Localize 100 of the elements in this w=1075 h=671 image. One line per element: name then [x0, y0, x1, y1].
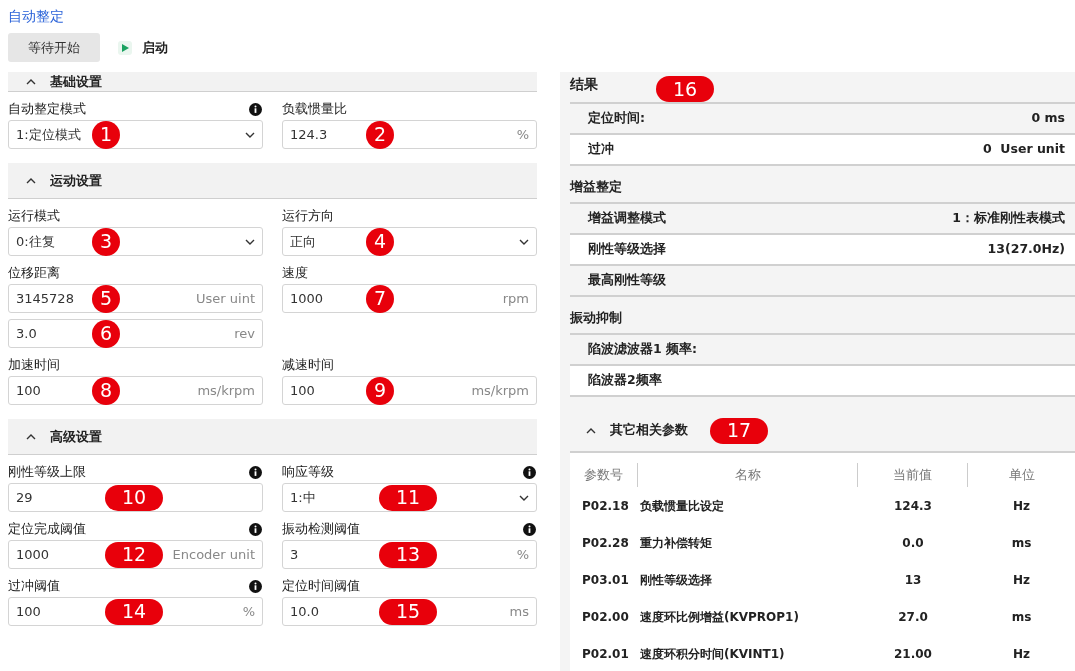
table-cell-text: Hz	[1012, 497, 1031, 515]
info-icon[interactable]	[249, 522, 262, 536]
number-marker: 14	[105, 598, 163, 625]
field-label: 速度	[282, 264, 308, 283]
result-label: 最高刚性等级	[588, 270, 666, 289]
input-field[interactable]: 100 8 ms/krpm	[8, 376, 263, 405]
number-marker: 13	[379, 541, 437, 568]
number-marker: 4	[366, 227, 394, 256]
result-label: 增益调整模式	[588, 208, 666, 227]
column-header: 单位	[1008, 465, 1035, 484]
field-label: 运行模式	[8, 207, 60, 226]
info-icon[interactable]	[249, 579, 262, 593]
section-header[interactable]: 运动设置	[8, 163, 537, 199]
field-value: 100	[16, 381, 41, 400]
table-cell-text: Hz	[1012, 645, 1031, 663]
field-value: 124.3	[290, 125, 328, 144]
number-marker: 11	[379, 484, 437, 511]
field-value: 1:中	[290, 488, 316, 507]
unit-label: %	[242, 602, 255, 621]
page-title: 自动整定	[8, 7, 65, 26]
table-cell-text: P02.18	[581, 497, 630, 515]
info-icon[interactable]	[523, 465, 536, 479]
number-marker: 3	[92, 227, 120, 256]
field-value: 100	[290, 381, 315, 400]
dropdown-field[interactable]: 1:中 11	[282, 483, 537, 512]
section-title: 基础设置	[50, 72, 102, 91]
number-marker: 1	[92, 120, 120, 149]
section-title: 运动设置	[50, 171, 102, 190]
table-cell-text: 负载惯量比设定	[639, 497, 725, 515]
section-header[interactable]: 基础设置	[8, 72, 537, 92]
table-cell-text: 13	[903, 571, 923, 589]
start-button[interactable]: 启动	[118, 37, 168, 58]
table-cell-text: Hz	[1012, 571, 1031, 589]
result-label: 定位时间:	[588, 108, 645, 127]
table-cell-text: P03.01	[581, 571, 630, 589]
group-title: 振动抑制	[570, 308, 622, 327]
unit-label: ms	[509, 602, 529, 621]
input-field[interactable]: 124.3 2 %	[282, 120, 537, 149]
result-label: 陷波器2频率	[588, 370, 662, 389]
column-header: 名称	[734, 465, 761, 484]
result-value: 0 User unit	[982, 139, 1065, 158]
input-field[interactable]: 29 10	[8, 483, 263, 512]
unit-label: ms/krpm	[471, 381, 529, 400]
group-title: 增益整定	[570, 177, 622, 196]
unit-label: rev	[234, 324, 255, 343]
field-label: 运行方向	[282, 207, 334, 226]
table-cell-text: ms	[1010, 534, 1033, 552]
section-header[interactable]: 高级设置	[8, 419, 537, 455]
field-label: 响应等级	[282, 463, 334, 482]
input-field[interactable]: 3 13 %	[282, 540, 537, 569]
field-label: 自动整定模式	[8, 100, 86, 119]
unit-label: ms/krpm	[197, 381, 255, 400]
table-cell-text: P02.28	[581, 534, 630, 552]
table-cell-text: 重力补偿转矩	[639, 534, 713, 552]
dropdown-field[interactable]: 正向 4	[282, 227, 537, 256]
input-field[interactable]: 100 9 ms/krpm	[282, 376, 537, 405]
info-icon[interactable]	[523, 522, 536, 536]
unit-label: rpm	[502, 289, 529, 308]
result-value: 0 ms	[1031, 108, 1065, 127]
field-label: 刚性等级上限	[8, 463, 86, 482]
result-value: 13(27.0Hz)	[987, 239, 1065, 258]
field-value: 正向	[290, 232, 316, 251]
unit-label: %	[516, 545, 529, 564]
number-marker: 12	[105, 541, 163, 568]
number-marker: 15	[379, 598, 437, 625]
dropdown-caret-icon	[519, 494, 529, 501]
column-header: 当前值	[893, 465, 932, 484]
result-label: 过冲	[588, 139, 614, 158]
table-cell-text: 21.00	[893, 645, 933, 663]
field-value: 0:往复	[16, 232, 55, 251]
section-title: 其它相关参数	[610, 421, 688, 440]
info-icon[interactable]	[249, 102, 262, 116]
field-label: 位移距离	[8, 264, 60, 283]
field-label: 振动检测阈值	[282, 520, 360, 539]
field-value: 1:定位模式	[16, 125, 81, 144]
info-icon[interactable]	[249, 465, 262, 479]
dropdown-caret-icon	[519, 238, 529, 245]
status-button[interactable]: 等待开始	[8, 33, 100, 62]
dropdown-field[interactable]: 0:往复 3	[8, 227, 263, 256]
number-marker: 16	[656, 76, 714, 102]
input-field[interactable]: 3.0 6 rev	[8, 319, 263, 348]
unit-label: Encoder unit	[172, 545, 255, 564]
input-field[interactable]: 100 14 %	[8, 597, 263, 626]
results-title: 结果	[570, 75, 598, 94]
dropdown-field[interactable]: 1:定位模式 1	[8, 120, 263, 149]
dropdown-caret-icon	[245, 238, 255, 245]
dropdown-caret-icon	[245, 131, 255, 138]
input-field[interactable]: 3145728 5 User uint	[8, 284, 263, 313]
number-marker: 5	[92, 284, 120, 313]
table-cell-text: 速度环积分时间(KVINT1)	[639, 645, 786, 663]
input-field[interactable]: 10.0 15 ms	[282, 597, 537, 626]
field-label: 减速时间	[282, 356, 334, 375]
field-value: 10.0	[290, 602, 319, 621]
input-field[interactable]: 1000 12 Encoder unit	[8, 540, 263, 569]
result-label: 陷波滤波器1 频率:	[588, 339, 698, 358]
input-field[interactable]: 1000 7 rpm	[282, 284, 537, 313]
field-label: 定位时间阈值	[282, 577, 360, 596]
result-value: 1：标准刚性表模式	[952, 208, 1065, 227]
unit-label: User uint	[196, 289, 255, 308]
table-cell-text: 124.3	[893, 497, 933, 515]
